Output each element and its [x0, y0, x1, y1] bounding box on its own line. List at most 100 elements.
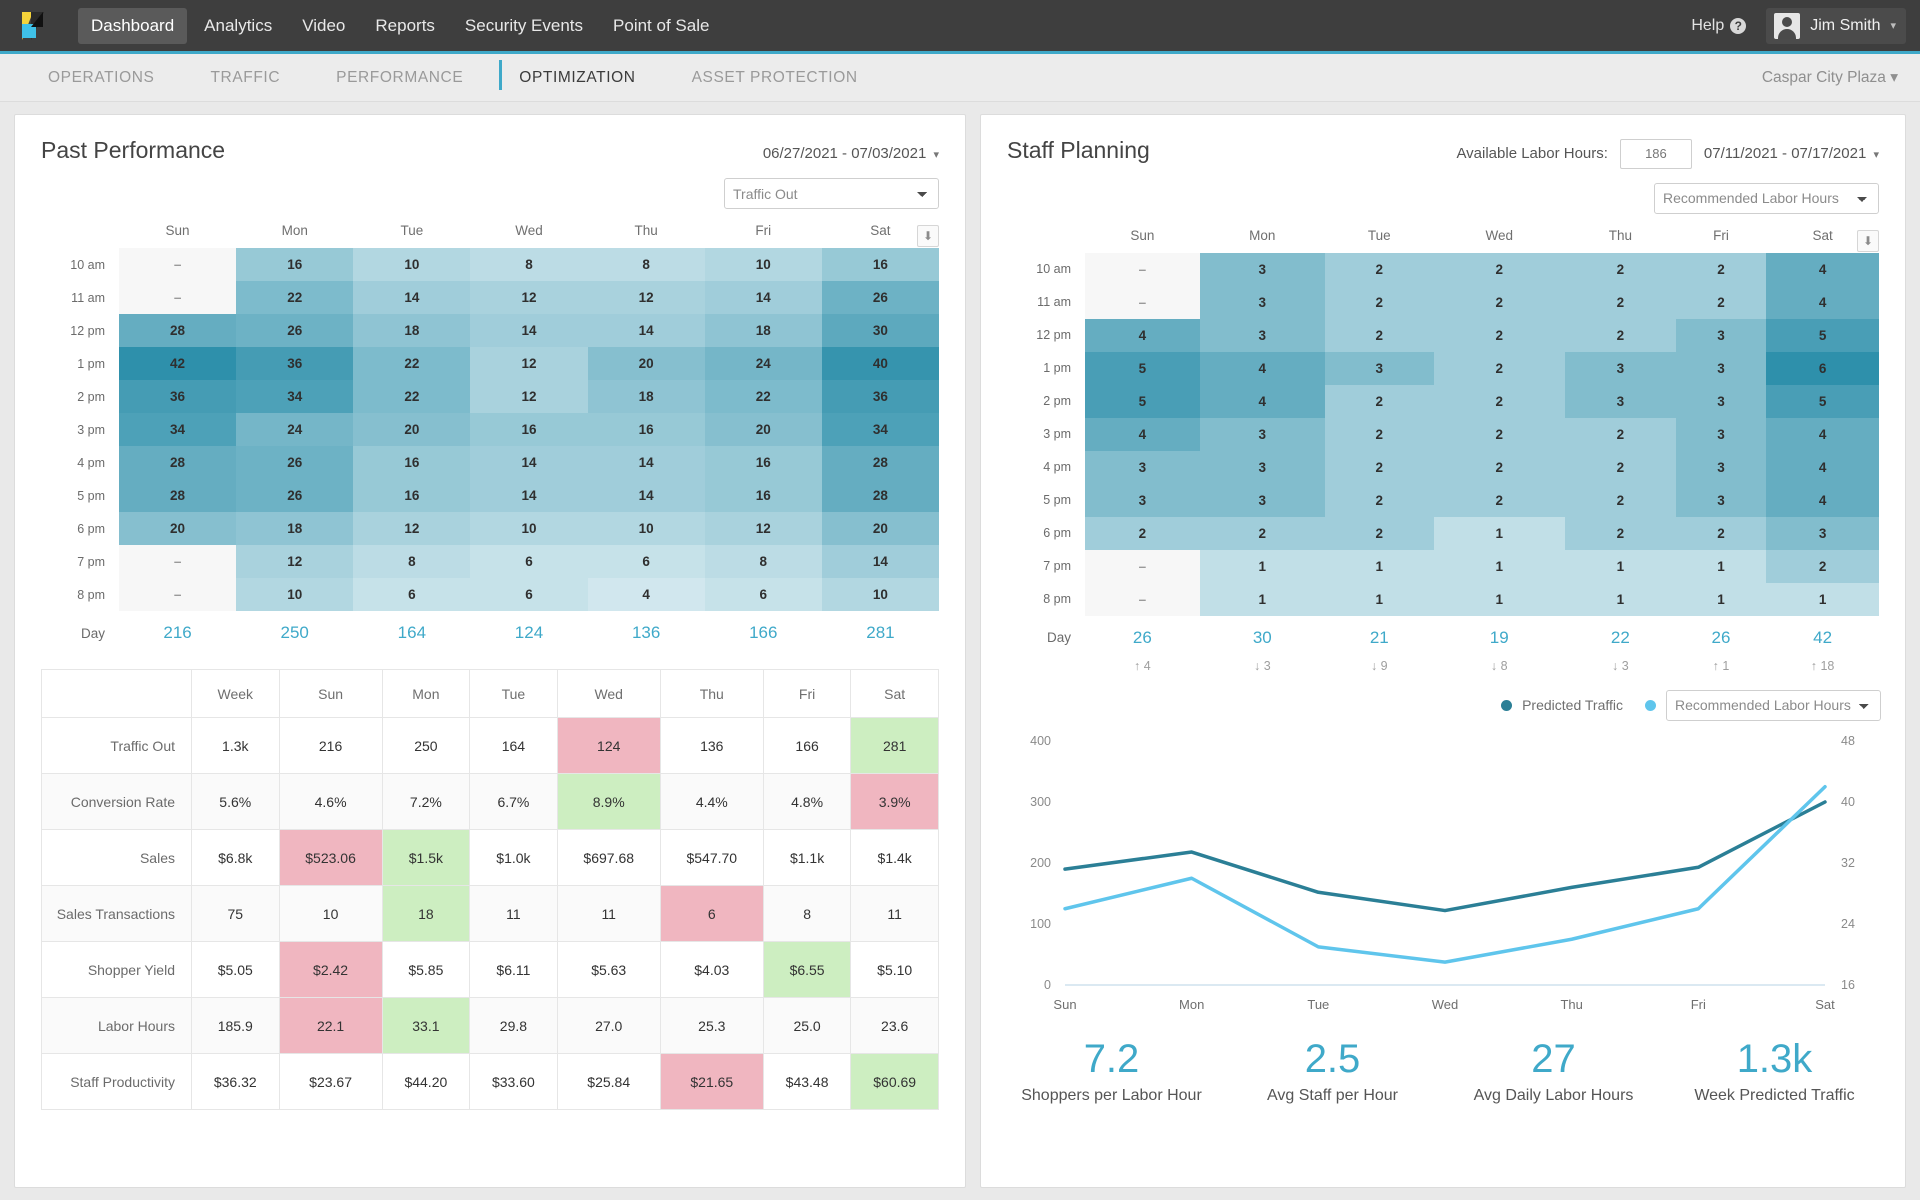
nav-item-point-of-sale[interactable]: Point of Sale: [600, 8, 722, 44]
heatmap-cell[interactable]: 3: [1676, 385, 1766, 418]
heatmap-cell[interactable]: 3: [1565, 352, 1676, 385]
metrics-cell[interactable]: $523.06: [279, 830, 382, 886]
day-total-value[interactable]: 166: [705, 611, 822, 649]
heatmap-cell[interactable]: 20: [705, 413, 822, 446]
heatmap-cell[interactable]: 2: [1434, 319, 1565, 352]
metrics-cell[interactable]: 7.2%: [382, 774, 470, 830]
heatmap-cell[interactable]: 3: [1676, 451, 1766, 484]
metrics-cell[interactable]: 6.7%: [470, 774, 558, 830]
heatmap-cell[interactable]: 4: [588, 578, 705, 611]
metrics-cell[interactable]: $5.05: [192, 942, 280, 998]
heatmap-cell[interactable]: 2: [1325, 385, 1434, 418]
heatmap-cell[interactable]: 26: [236, 446, 353, 479]
metrics-cell[interactable]: 11: [851, 886, 939, 942]
heatmap-cell[interactable]: 2: [1565, 484, 1676, 517]
heatmap-cell[interactable]: 34: [822, 413, 939, 446]
heatmap-cell[interactable]: 10: [236, 578, 353, 611]
heatmap-cell[interactable]: 3: [1200, 418, 1325, 451]
metrics-cell[interactable]: $4.03: [660, 942, 763, 998]
heatmap-cell[interactable]: 22: [353, 347, 470, 380]
heatmap-cell[interactable]: 30: [822, 314, 939, 347]
heatmap-cell[interactable]: 5: [1085, 385, 1200, 418]
heatmap-cell[interactable]: 20: [119, 512, 236, 545]
heatmap-cell[interactable]: 1: [1766, 583, 1879, 616]
metrics-cell[interactable]: 10: [279, 886, 382, 942]
heatmap-cell[interactable]: 3: [1085, 484, 1200, 517]
heatmap-cell[interactable]: 12: [470, 281, 587, 314]
heatmap-cell[interactable]: 36: [236, 347, 353, 380]
heatmap-cell[interactable]: –: [119, 281, 236, 314]
heatmap-cell[interactable]: 26: [236, 314, 353, 347]
heatmap-cell[interactable]: 10: [588, 512, 705, 545]
metrics-cell[interactable]: 4.4%: [660, 774, 763, 830]
user-menu[interactable]: Jim Smith ▾: [1766, 8, 1906, 44]
heatmap-cell[interactable]: 2: [1676, 517, 1766, 550]
metrics-cell[interactable]: 166: [763, 718, 851, 774]
available-labor-hours-input[interactable]: [1620, 139, 1692, 169]
metrics-cell[interactable]: $547.70: [660, 830, 763, 886]
metrics-cell[interactable]: $5.10: [851, 942, 939, 998]
day-total-value[interactable]: 26: [1676, 616, 1766, 654]
nav-item-analytics[interactable]: Analytics: [191, 8, 285, 44]
heatmap-cell[interactable]: 26: [822, 281, 939, 314]
heatmap-cell[interactable]: 3: [1766, 517, 1879, 550]
metrics-cell[interactable]: 164: [470, 718, 558, 774]
heatmap-cell[interactable]: 18: [353, 314, 470, 347]
heatmap-cell[interactable]: 22: [353, 380, 470, 413]
heatmap-cell[interactable]: 2: [1434, 484, 1565, 517]
heatmap-cell[interactable]: 2: [1434, 385, 1565, 418]
heatmap-cell[interactable]: 16: [236, 248, 353, 281]
heatmap-cell[interactable]: 5: [1766, 319, 1879, 352]
heatmap-cell[interactable]: 1: [1676, 550, 1766, 583]
heatmap-cell[interactable]: 8: [588, 248, 705, 281]
metrics-cell[interactable]: $6.11: [470, 942, 558, 998]
metrics-cell[interactable]: 11: [557, 886, 660, 942]
heatmap-cell[interactable]: 1: [1434, 517, 1565, 550]
heatmap-cell[interactable]: 2: [1565, 418, 1676, 451]
heatmap-cell[interactable]: 3: [1676, 418, 1766, 451]
metrics-cell[interactable]: 27.0: [557, 998, 660, 1054]
heatmap-cell[interactable]: 2: [1325, 253, 1434, 286]
nav-item-video[interactable]: Video: [289, 8, 358, 44]
heatmap-cell[interactable]: 34: [119, 413, 236, 446]
heatmap-cell[interactable]: 1: [1434, 583, 1565, 616]
heatmap-cell[interactable]: 16: [588, 413, 705, 446]
day-total-value[interactable]: 30: [1200, 616, 1325, 654]
metrics-cell[interactable]: $43.48: [763, 1054, 851, 1110]
heatmap-cell[interactable]: 18: [588, 380, 705, 413]
help-button[interactable]: Help ?: [1691, 17, 1746, 35]
metrics-cell[interactable]: 23.6: [851, 998, 939, 1054]
heatmap-cell[interactable]: 14: [470, 479, 587, 512]
day-total-value[interactable]: 26: [1085, 616, 1200, 654]
metrics-cell[interactable]: $23.67: [279, 1054, 382, 1110]
metrics-cell[interactable]: 29.8: [470, 998, 558, 1054]
heatmap-cell[interactable]: 4: [1766, 484, 1879, 517]
heatmap-cell[interactable]: 1: [1325, 550, 1434, 583]
heatmap-cell[interactable]: 2: [1565, 517, 1676, 550]
metrics-cell[interactable]: 8: [763, 886, 851, 942]
heatmap-cell[interactable]: 10: [470, 512, 587, 545]
heatmap-cell[interactable]: 36: [119, 380, 236, 413]
heatmap-cell[interactable]: 16: [353, 446, 470, 479]
heatmap-cell[interactable]: 4: [1766, 418, 1879, 451]
heatmap-cell[interactable]: 20: [822, 512, 939, 545]
metrics-cell[interactable]: $2.42: [279, 942, 382, 998]
metrics-cell[interactable]: 136: [660, 718, 763, 774]
heatmap-cell[interactable]: 40: [822, 347, 939, 380]
heatmap-cell[interactable]: 6: [1766, 352, 1879, 385]
day-total-value[interactable]: 42: [1766, 616, 1879, 654]
heatmap-cell[interactable]: 5: [1085, 352, 1200, 385]
heatmap-cell[interactable]: 2: [1325, 418, 1434, 451]
heatmap-cell[interactable]: –: [1085, 550, 1200, 583]
heatmap-cell[interactable]: 4: [1085, 319, 1200, 352]
heatmap-cell[interactable]: 12: [705, 512, 822, 545]
metrics-cell[interactable]: 250: [382, 718, 470, 774]
heatmap-cell[interactable]: 2: [1766, 550, 1879, 583]
heatmap-cell[interactable]: 1: [1200, 550, 1325, 583]
heatmap-cell[interactable]: 1: [1565, 583, 1676, 616]
metrics-cell[interactable]: 124: [557, 718, 660, 774]
heatmap-cell[interactable]: 2: [1434, 451, 1565, 484]
heatmap-cell[interactable]: 28: [822, 479, 939, 512]
heatmap-cell[interactable]: 2: [1085, 517, 1200, 550]
heatmap-cell[interactable]: –: [119, 545, 236, 578]
